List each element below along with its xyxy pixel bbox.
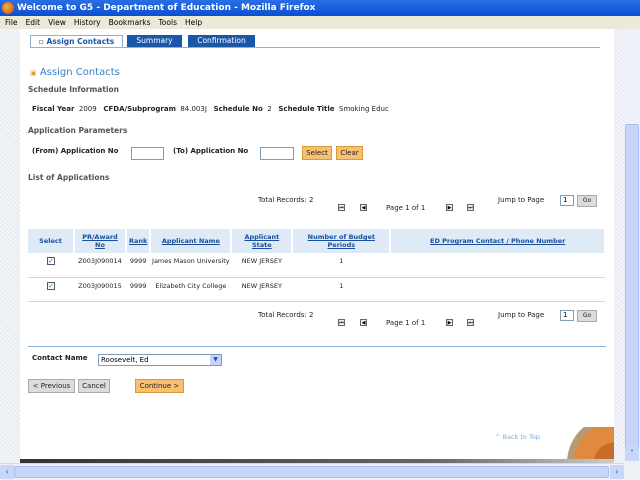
page-indicator-top: Page 1 of 1 (386, 204, 426, 212)
back-to-top-link[interactable]: ^ Back to Top (495, 433, 540, 441)
from-application-input[interactable] (131, 147, 164, 160)
jump-page-input-top[interactable]: 1 (560, 195, 574, 206)
continue-button[interactable]: Continue > (135, 379, 184, 393)
page-title: ▣ Assign Contacts (30, 67, 120, 78)
cfda-value: 84.003J (180, 105, 207, 113)
from-app-label: (From) Application No (32, 147, 119, 155)
prev-page-icon[interactable]: ◀ (360, 204, 367, 211)
col-ed-contact[interactable]: ED Program Contact / Phone Number (390, 229, 606, 253)
schedule-title-label: Schedule Title (278, 105, 335, 113)
rank: 9999 (126, 277, 151, 302)
page-title-text: Assign Contacts (39, 67, 120, 78)
to-application-input[interactable] (260, 147, 294, 160)
last-page-icon[interactable]: ⏭ (467, 319, 474, 326)
divider (28, 346, 606, 347)
window-titlebar: Welcome to G5 - Department of Education … (0, 0, 640, 16)
contact-name-value: Roosevelt, Ed (101, 356, 149, 364)
tab-label: Assign Contacts (46, 37, 115, 46)
applicant-state: NEW JERSEY (231, 253, 293, 278)
clear-button[interactable]: Clear (336, 146, 363, 160)
col-award[interactable]: PR/Award No (74, 229, 127, 253)
cancel-button[interactable]: Cancel (78, 379, 110, 393)
jump-label-bottom: Jump to Page (498, 311, 545, 319)
table-row: ✓ Z003J090014 9999 James Mason Universit… (28, 253, 605, 278)
to-app-label: (To) Application No (173, 147, 249, 155)
horizontal-scrollbar[interactable]: ‹ › (0, 463, 624, 480)
classroom-photo (558, 427, 614, 463)
tab-summary[interactable]: Summary (127, 35, 182, 47)
next-page-icon[interactable]: ▶ (446, 319, 453, 326)
select-button[interactable]: Select (302, 146, 332, 160)
rank: 9999 (126, 253, 151, 278)
first-page-icon[interactable]: ⏮ (338, 319, 345, 326)
page-indicator-bottom: Page 1 of 1 (386, 319, 426, 327)
schedule-no-value: 2 (267, 105, 272, 113)
left-margin (0, 29, 20, 463)
col-applicant-state[interactable]: Applicant State (231, 229, 294, 253)
go-button-top[interactable]: Go (577, 195, 597, 207)
col-budget-periods[interactable]: Number of Budget Periods (292, 229, 392, 253)
menu-bookmarks[interactable]: Bookmarks (109, 18, 151, 27)
menu-tools[interactable]: Tools (159, 18, 177, 27)
ed-contact (390, 277, 605, 302)
go-button-bottom[interactable]: Go (577, 310, 597, 322)
schedule-title-value: Smoking Educ (339, 105, 389, 113)
horizontal-scroll-thumb[interactable] (14, 466, 609, 478)
col-applicant-name[interactable]: Applicant Name (150, 229, 233, 253)
vertical-scrollbar[interactable]: ˅ (624, 29, 640, 463)
contact-name-select[interactable]: Roosevelt, Ed ▼ (98, 354, 222, 366)
ed-contact (390, 253, 605, 278)
tab-divider (30, 47, 600, 48)
section-icon: ▣ (30, 69, 37, 77)
last-page-icon[interactable]: ⏭ (467, 204, 474, 211)
scroll-right-icon[interactable]: › (610, 465, 624, 479)
award-no: Z003J090015 (74, 277, 126, 302)
next-page-icon[interactable]: ▶ (446, 204, 453, 211)
schedule-info-heading: Schedule Information (28, 85, 120, 94)
table-header: Select PR/Award No Rank Applicant Name A… (28, 229, 606, 253)
table-row: ✓ Z003J090015 9999 Elizabeth City Colleg… (28, 277, 605, 302)
firefox-icon (2, 2, 14, 14)
row-checkbox[interactable]: ✓ (47, 257, 55, 265)
row-checkbox[interactable]: ✓ (47, 281, 55, 290)
award-no: Z003J090014 (74, 253, 126, 278)
menu-view[interactable]: View (48, 18, 66, 27)
budget-periods: 1 (292, 277, 391, 302)
menu-history[interactable]: History (74, 18, 101, 27)
menu-file[interactable]: File (5, 18, 18, 27)
jump-page-input-bottom[interactable]: 1 (560, 310, 574, 321)
cfda-label: CFDA/Subprogram (103, 105, 176, 113)
menu-edit[interactable]: Edit (26, 18, 41, 27)
total-records-top: Total Records: 2 (258, 196, 314, 204)
fiscal-year-label: Fiscal Year (32, 105, 75, 113)
jump-label-top: Jump to Page (498, 196, 545, 204)
page-content: ▫ Assign Contacts Summary Confirmation ▣… (20, 29, 614, 463)
budget-periods: 1 (292, 253, 391, 278)
right-margin (614, 29, 624, 463)
vertical-scroll-thumb[interactable] (625, 124, 639, 459)
applicant-name: James Mason University (150, 253, 232, 278)
menu-help[interactable]: Help (185, 18, 202, 27)
schedule-info: Fiscal Year 2009 CFDA/Subprogram 84.003J… (32, 105, 389, 113)
scroll-left-icon[interactable]: ‹ (0, 465, 14, 479)
fiscal-year-value: 2009 (78, 105, 97, 113)
applicant-state: NEW JERSEY (231, 277, 293, 302)
contact-name-label: Contact Name (32, 354, 88, 362)
tab-confirmation[interactable]: Confirmation (188, 35, 255, 47)
menu-bar: File Edit View History Bookmarks Tools Help (0, 16, 640, 29)
col-rank[interactable]: Rank (126, 229, 152, 253)
chevron-down-icon[interactable]: ▼ (210, 355, 221, 365)
application-params-heading: Application Parameters (28, 126, 128, 135)
applications-table: Select PR/Award No Rank Applicant Name A… (28, 229, 606, 302)
window-title: Welcome to G5 - Department of Education … (17, 3, 316, 13)
previous-button[interactable]: < Previous (28, 379, 75, 393)
schedule-no-label: Schedule No (213, 105, 263, 113)
prev-page-icon[interactable]: ◀ (360, 319, 367, 326)
list-heading: List of Applications (28, 173, 110, 182)
scroll-down-icon[interactable]: ˅ (625, 447, 639, 461)
applicant-name: Elizabeth City College (150, 277, 232, 302)
first-page-icon[interactable]: ⏮ (338, 204, 345, 211)
col-select: Select (28, 229, 75, 253)
total-records-bottom: Total Records: 2 (258, 311, 314, 319)
